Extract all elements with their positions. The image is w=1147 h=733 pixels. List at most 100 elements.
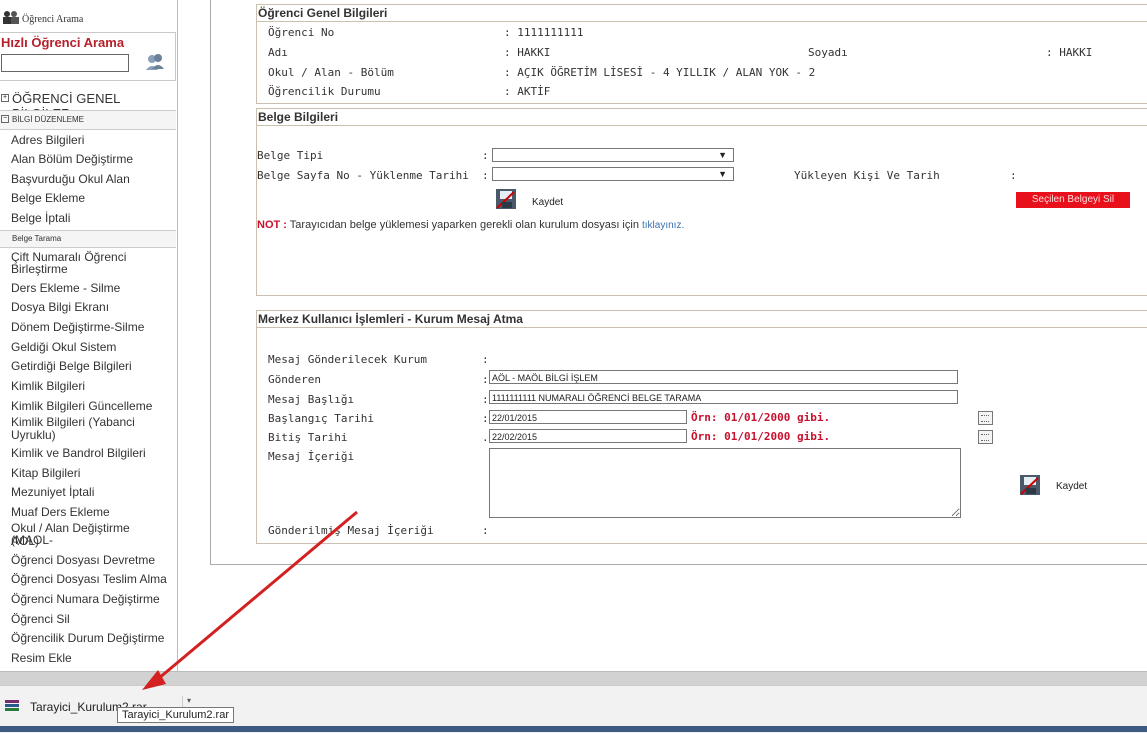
search-users-button[interactable] bbox=[144, 52, 166, 72]
panel-title: Öğrenci Genel Bilgileri bbox=[257, 5, 1147, 22]
sidebar-item[interactable]: Kimlik ve Bandrol Bilgileri bbox=[11, 447, 175, 459]
filename-tooltip: Tarayici_Kurulum2.rar bbox=[117, 707, 234, 723]
gonderen-label: Gönderen bbox=[268, 373, 321, 386]
okul-value: : AÇIK ÖĞRETİM LİSESİ - 4 YILLIK / ALAN … bbox=[504, 66, 816, 79]
sidebar-item-cont[interactable]: AOL) bbox=[11, 535, 175, 547]
save-icon bbox=[496, 189, 516, 209]
panel-title: Belge Bilgileri bbox=[257, 109, 1147, 126]
colon: : bbox=[482, 149, 489, 162]
ogrenci-no-label: Öğrenci No bbox=[268, 26, 335, 39]
section-genel-bilgiler[interactable]: + ÖĞRENCİ GENEL BİLGİLER bbox=[0, 90, 176, 121]
baslangic-label: Başlangıç Tarihi bbox=[268, 412, 374, 425]
section-duzenleme-label: BİLGİ DÜZENLEME bbox=[12, 115, 85, 124]
belge-tipi-label: Belge Tipi bbox=[257, 149, 324, 162]
student-info-panel: Öğrenci Genel Bilgileri bbox=[256, 4, 1147, 104]
belge-sayfa-select[interactable]: ▼ bbox=[492, 167, 734, 181]
collapse-icon: − bbox=[1, 115, 9, 123]
icerik-label: Mesaj İçeriği bbox=[268, 450, 355, 463]
gonderen-input[interactable]: AÖL - MAÖL BİLGİ İŞLEM bbox=[489, 370, 958, 384]
panel-title: Merkez Kullanıcı İşlemleri - Kurum Mesaj… bbox=[257, 311, 1147, 328]
sidebar-item[interactable]: Belge İptali bbox=[11, 212, 175, 224]
okul-label: Okul / Alan - Bölüm bbox=[268, 66, 394, 79]
sidebar-item[interactable]: Dönem Değiştirme-Silme bbox=[11, 321, 175, 333]
colon: : bbox=[482, 169, 489, 182]
document-info-panel: Belge Bilgileri bbox=[256, 108, 1147, 296]
belge-tipi-select[interactable]: ▼ bbox=[492, 148, 734, 162]
student-search-header[interactable]: Öğrenci Arama bbox=[0, 6, 96, 28]
sidebar-item[interactable]: Öğrencilik Durum Değiştirme bbox=[11, 632, 175, 644]
section-bilgi-duzenleme[interactable]: − BİLGİ DÜZENLEME bbox=[0, 110, 176, 130]
chevron-down-icon: ▼ bbox=[718, 150, 727, 160]
bitis-input[interactable]: 22/02/2015 bbox=[489, 429, 687, 443]
gonderilmis-label: Gönderilmiş Mesaj İçeriği bbox=[268, 524, 434, 537]
note-line: NOT : Tarayıcıdan belge yüklemesi yapark… bbox=[257, 219, 684, 231]
save-label: Kaydet bbox=[532, 197, 564, 208]
sidebar-item[interactable]: Geldiği Okul Sistem bbox=[11, 341, 175, 353]
sidebar-item[interactable]: Kitap Bilgileri bbox=[11, 467, 175, 479]
sidebar-sub-belge-tarama[interactable]: Belge Tarama bbox=[0, 230, 176, 248]
sidebar-item[interactable]: Mezuniyet İptali bbox=[11, 486, 175, 498]
sidebar-item[interactable]: Dosya Bilgi Ekranı bbox=[11, 301, 175, 313]
save-label: Kaydet bbox=[1056, 481, 1088, 492]
horizontal-scrollbar[interactable] bbox=[0, 671, 1147, 686]
baslangic-input[interactable]: 22/01/2015 bbox=[489, 410, 687, 424]
sidebar-item[interactable]: Kimlik Bilgileri bbox=[11, 380, 175, 392]
ogrenci-no-value: : 1111111111 bbox=[504, 26, 584, 39]
sidebar-item[interactable]: Öğrenci Sil bbox=[11, 613, 175, 625]
colon: : bbox=[482, 524, 489, 537]
archive-icon bbox=[4, 698, 20, 717]
colon: : bbox=[482, 412, 489, 425]
sidebar-item[interactable]: Öğrenci Dosyası Devretme bbox=[11, 554, 175, 566]
date-example-hint: Örn: 01/01/2000 gibi. bbox=[691, 411, 831, 424]
sidebar: Öğrenci Arama Hızlı Öğrenci Arama + ÖĞRE… bbox=[0, 0, 178, 671]
belge-sayfa-label: Belge Sayfa No - Yüklenme Tarihi bbox=[257, 169, 469, 182]
kurum-label: Mesaj Gönderilecek Kurum bbox=[268, 353, 427, 366]
bitis-label: Bitiş Tarihi bbox=[268, 431, 348, 444]
yukleyen-label: Yükleyen Kişi Ve Tarih bbox=[794, 169, 940, 182]
sidebar-sub-label: Belge Tarama bbox=[12, 234, 62, 243]
baslik-label: Mesaj Başlığı bbox=[268, 393, 355, 406]
sidebar-item[interactable]: Adres Bilgileri bbox=[11, 134, 175, 146]
date-example-hint: Örn: 01/01/2000 gibi. bbox=[691, 430, 831, 443]
sidebar-item[interactable]: Ders Ekleme - Silme bbox=[11, 282, 175, 294]
sidebar-item[interactable]: Getirdiği Belge Bilgileri bbox=[11, 360, 175, 372]
soyadi-label: Soyadı bbox=[808, 46, 848, 59]
chevron-down-icon: ▼ bbox=[718, 169, 727, 179]
adi-value: : HAKKI bbox=[504, 46, 551, 59]
colon: : bbox=[1010, 169, 1017, 182]
sidebar-item[interactable]: Başvurduğu Okul Alan bbox=[11, 173, 175, 185]
save-icon bbox=[1020, 475, 1040, 495]
note-prefix: NOT : bbox=[257, 219, 287, 231]
message-save-button[interactable]: Kaydet bbox=[1018, 472, 1098, 500]
sidebar-item[interactable]: Alan Bölüm Değiştirme bbox=[11, 153, 175, 165]
users-search-icon bbox=[146, 54, 164, 70]
colon: : bbox=[482, 373, 489, 386]
belge-save-button[interactable]: Kaydet bbox=[494, 186, 563, 214]
message-content-textarea[interactable] bbox=[489, 448, 961, 518]
dot: . bbox=[482, 431, 489, 444]
calendar-icon[interactable] bbox=[978, 430, 993, 444]
baslik-input[interactable]: 1111111111 NUMARALI ÖĞRENCİ BELGE TARAMA bbox=[489, 390, 958, 404]
sidebar-item[interactable]: Resim Ekle bbox=[11, 652, 175, 664]
sidebar-item[interactable]: Belge Ekleme bbox=[11, 192, 175, 204]
sidebar-item[interactable]: Kimlik Bilgileri (Yabanci bbox=[11, 416, 175, 428]
install-link[interactable]: tıklayınız. bbox=[642, 220, 684, 231]
sidebar-item[interactable]: Kimlik Bilgileri Güncelleme bbox=[11, 400, 175, 412]
calendar-icon[interactable] bbox=[978, 411, 993, 425]
sidebar-item-cont[interactable]: Uyruklu) bbox=[11, 429, 175, 441]
sidebar-item[interactable]: Muaf Ders Ekleme bbox=[11, 506, 175, 518]
colon: : bbox=[482, 353, 489, 366]
adi-label: Adı bbox=[268, 46, 288, 59]
colon: : bbox=[482, 393, 489, 406]
durum-value: : AKTİF bbox=[504, 85, 551, 98]
sidebar-item-cont[interactable]: Birleştirme bbox=[11, 263, 175, 275]
sidebar-item[interactable]: Öğrenci Numara Değiştirme bbox=[11, 593, 175, 605]
delete-selected-document-button[interactable]: Seçilen Belgeyi Sil bbox=[1016, 192, 1130, 208]
taskbar bbox=[0, 726, 1147, 732]
expand-icon: + bbox=[1, 94, 9, 102]
sidebar-item[interactable]: Öğrenci Dosyası Teslim Alma bbox=[11, 573, 175, 585]
note-text: Tarayıcıdan belge yüklemesi yaparken ger… bbox=[286, 219, 642, 231]
durum-label: Öğrencilik Durumu bbox=[268, 85, 381, 98]
chevron-down-icon: ▾ bbox=[186, 696, 191, 705]
quick-search-input[interactable] bbox=[1, 54, 129, 72]
